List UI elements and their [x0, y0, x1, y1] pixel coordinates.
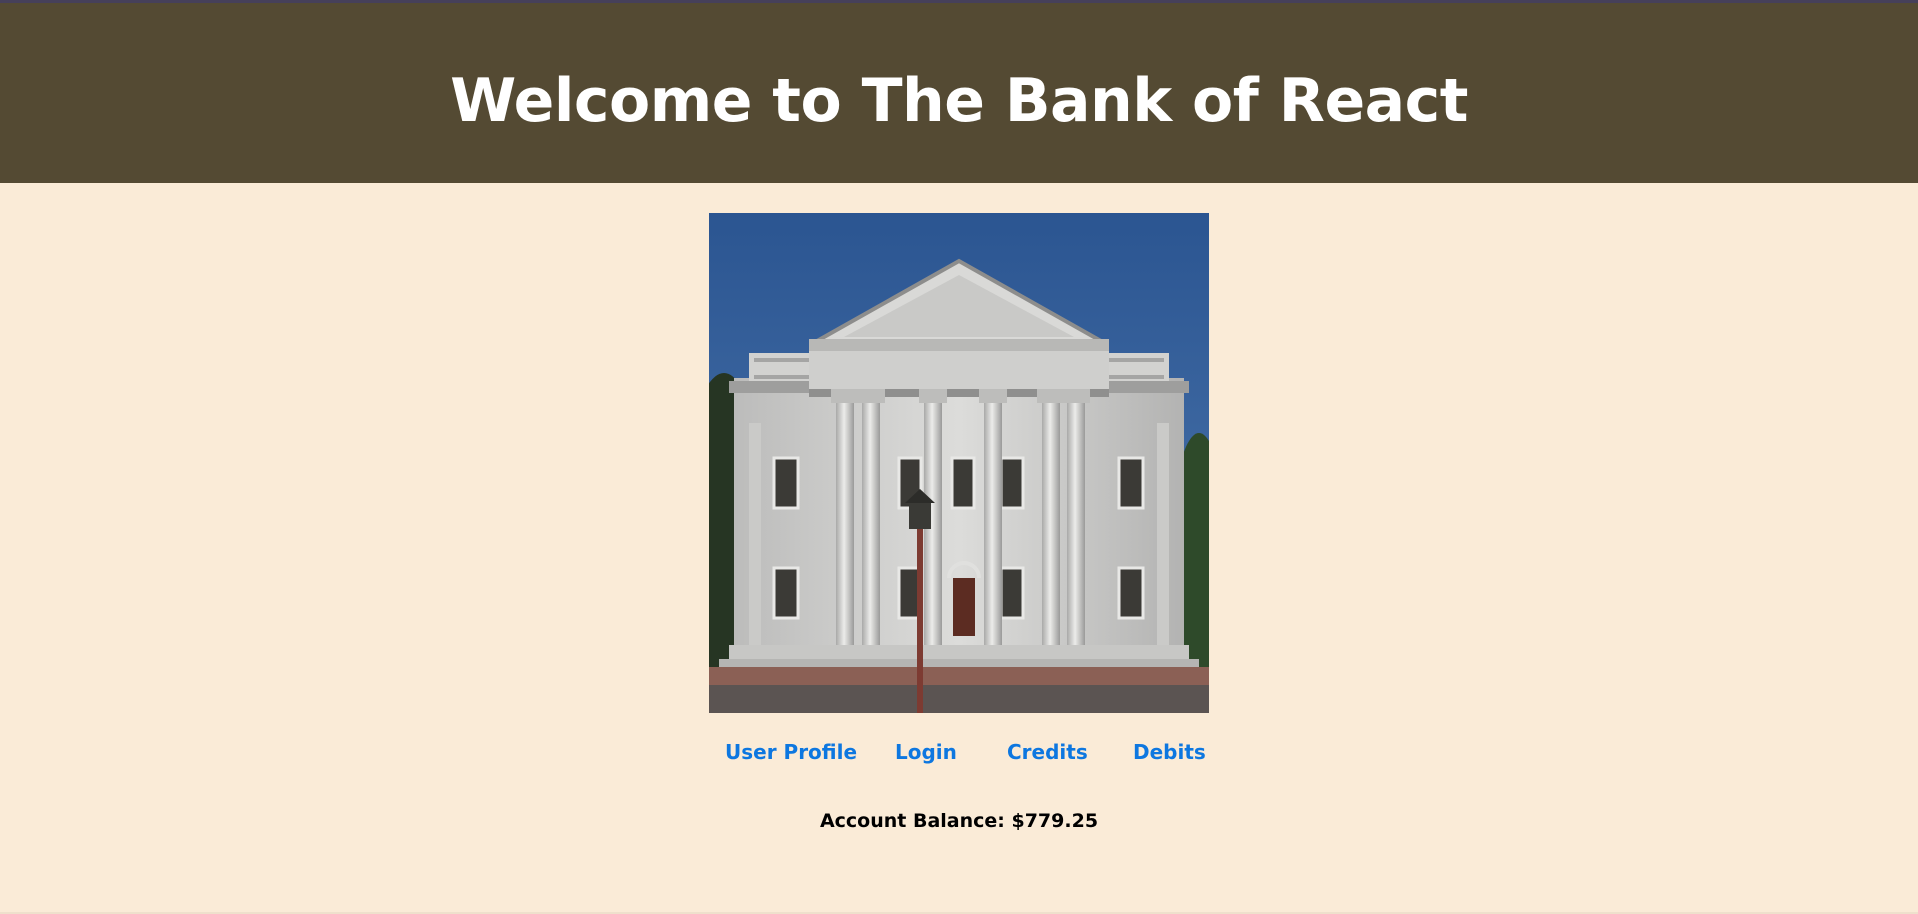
main-nav: User Profile Login Credits Debits	[709, 736, 1209, 768]
account-balance: Account Balance: $779.25	[819, 810, 1099, 832]
bank-building-image	[709, 213, 1209, 713]
header-bar: Welcome to The Bank of React	[0, 0, 1918, 183]
bank-building-illustration	[709, 213, 1209, 713]
page-title: Welcome to The Bank of React	[450, 66, 1468, 136]
nav-link-login[interactable]: Login	[895, 736, 957, 768]
nav-link-credits[interactable]: Credits	[1007, 736, 1088, 768]
nav-link-user-profile[interactable]: User Profile	[725, 736, 857, 768]
nav-link-debits[interactable]: Debits	[1133, 736, 1206, 768]
